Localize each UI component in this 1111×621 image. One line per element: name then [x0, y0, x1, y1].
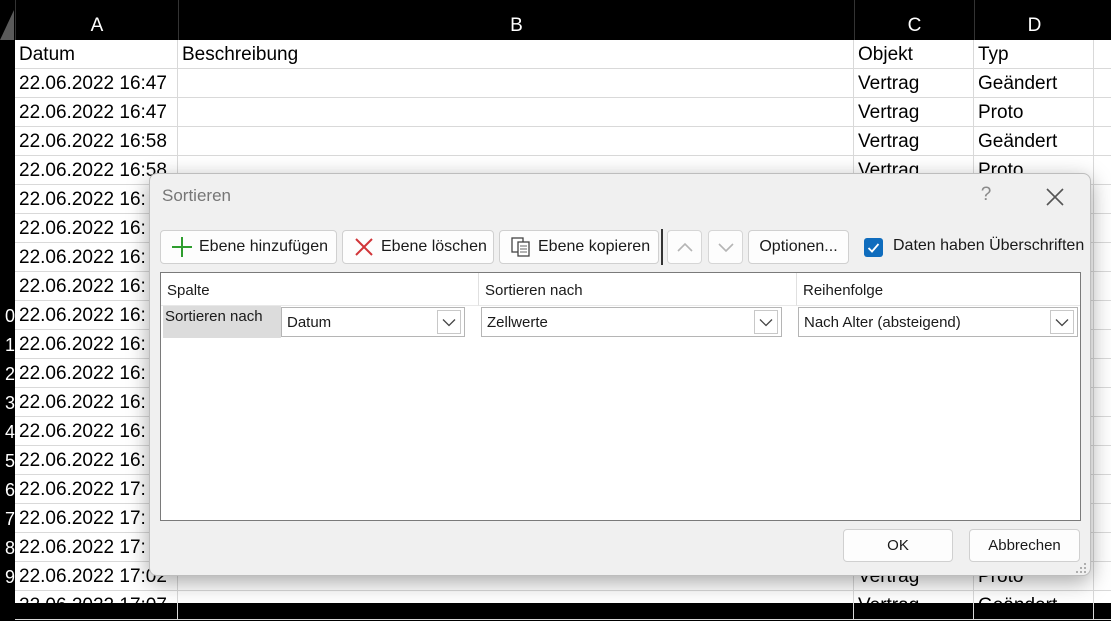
resize-grip-icon[interactable] — [1075, 561, 1087, 573]
delete-level-button[interactable]: Ebene löschen — [342, 230, 494, 264]
close-button[interactable] — [1040, 182, 1070, 212]
help-button[interactable]: ? — [976, 180, 996, 210]
row-number[interactable]: 5 — [0, 447, 15, 476]
row-number[interactable]: 8 — [0, 534, 15, 563]
cell-a[interactable]: 22.06.2022 17:07 — [15, 591, 178, 620]
add-level-button[interactable]: Ebene hinzufügen — [160, 230, 337, 264]
checkmark-icon — [867, 243, 880, 253]
options-button[interactable]: Optionen... — [748, 230, 849, 264]
row-number[interactable] — [0, 70, 15, 99]
chevron-down-icon — [1055, 318, 1069, 326]
close-icon — [1046, 188, 1064, 206]
table-row: 22.06.2022 17:07 Vertrag Geändert — [15, 591, 1111, 620]
cell-a[interactable]: 22.06.2022 16:47 — [15, 69, 178, 98]
row-number[interactable] — [0, 273, 15, 302]
copy-level-label: Ebene kopieren — [538, 238, 651, 255]
sort-column-dropdown-button[interactable] — [437, 310, 461, 334]
row-number[interactable]: 3 — [0, 389, 15, 418]
row-number[interactable]: 2 — [0, 360, 15, 389]
copy-icon — [510, 236, 532, 258]
sort-levels-table: Spalte Sortieren nach Reihenfolge Sortie… — [160, 272, 1081, 521]
row-number[interactable] — [0, 186, 15, 215]
order-value: Nach Alter (absteigend) — [804, 314, 961, 331]
chevron-down-icon — [717, 243, 734, 253]
header-order: Reihenfolge — [797, 273, 1080, 306]
order-dropdown-button[interactable] — [1050, 310, 1074, 334]
row-number[interactable] — [0, 157, 15, 186]
chevron-up-icon — [676, 242, 693, 252]
select-all-corner[interactable] — [0, 10, 14, 40]
cell-d-header[interactable]: Typ — [974, 40, 1094, 69]
cell-b[interactable] — [178, 98, 854, 127]
row-number[interactable]: 6 — [0, 476, 15, 505]
column-header-b[interactable]: B — [178, 0, 854, 40]
move-down-button[interactable] — [708, 230, 743, 264]
sort-column-value: Datum — [287, 314, 332, 331]
row-number[interactable] — [0, 128, 15, 157]
row-number[interactable] — [0, 244, 15, 273]
cell-d[interactable]: Geändert — [974, 127, 1094, 156]
cell-a[interactable]: 22.06.2022 16:47 — [15, 98, 178, 127]
sort-dialog: Sortieren ? Ebene hinzufügen Ebene lösch… — [149, 173, 1091, 576]
sort-level-label: Sortieren nach — [165, 308, 263, 325]
header-column: Spalte — [161, 273, 479, 306]
toolbar-separator — [661, 229, 663, 265]
column-header-a[interactable]: A — [15, 0, 178, 40]
header-sort-on: Sortieren nach — [479, 273, 797, 306]
cell-b[interactable] — [178, 591, 854, 620]
cell-c[interactable]: Vertrag — [854, 591, 974, 620]
cancel-button[interactable]: Abbrechen — [969, 529, 1080, 562]
column-header-d[interactable]: D — [974, 0, 1094, 40]
copy-level-button[interactable]: Ebene kopieren — [499, 230, 659, 264]
table-row: 22.06.2022 16:47 Vertrag Geändert — [15, 69, 1111, 98]
sort-column-select[interactable]: Datum — [281, 307, 465, 337]
cell-a-header[interactable]: Datum — [15, 40, 178, 69]
header-data-row: Datum Beschreibung Objekt Typ — [15, 40, 1111, 69]
delete-x-icon — [353, 236, 375, 258]
row-number[interactable]: 7 — [0, 505, 15, 534]
sort-on-select[interactable]: Zellwerte — [481, 307, 782, 337]
has-headers-checkbox[interactable] — [864, 238, 883, 257]
row-number[interactable]: 9 — [0, 563, 15, 592]
row-number-strip: 0123456789 — [0, 40, 15, 603]
cell-c-header[interactable]: Objekt — [854, 40, 974, 69]
cell-c[interactable]: Vertrag — [854, 98, 974, 127]
ok-button[interactable]: OK — [843, 529, 953, 562]
chevron-down-icon — [759, 318, 773, 326]
row-number[interactable]: 4 — [0, 418, 15, 447]
row-number[interactable] — [0, 592, 15, 621]
options-label: Optionen... — [759, 238, 838, 255]
sort-on-value: Zellwerte — [487, 314, 548, 331]
move-up-button[interactable] — [667, 230, 702, 264]
add-level-label: Ebene hinzufügen — [199, 238, 328, 255]
order-select[interactable]: Nach Alter (absteigend) — [798, 307, 1078, 337]
column-header-row: A B C D — [0, 0, 1111, 40]
cell-c[interactable]: Vertrag — [854, 69, 974, 98]
row-number[interactable]: 1 — [0, 331, 15, 360]
delete-level-label: Ebene löschen — [381, 238, 487, 255]
cell-d[interactable]: Geändert — [974, 69, 1094, 98]
cell-d[interactable]: Geändert — [974, 591, 1094, 620]
cell-b-header[interactable]: Beschreibung — [178, 40, 854, 69]
chevron-down-icon — [442, 318, 456, 326]
row-number[interactable]: 0 — [0, 302, 15, 331]
plus-icon — [171, 236, 193, 258]
table-row: 22.06.2022 16:47 Vertrag Proto — [15, 98, 1111, 127]
dialog-title: Sortieren — [162, 186, 231, 205]
row-number[interactable] — [0, 99, 15, 128]
cell-b[interactable] — [178, 127, 854, 156]
cell-a[interactable]: 22.06.2022 16:58 — [15, 127, 178, 156]
cell-b[interactable] — [178, 69, 854, 98]
has-headers-label[interactable]: Daten haben Überschriften — [893, 237, 1084, 255]
row-number[interactable] — [0, 215, 15, 244]
cell-d[interactable]: Proto — [974, 98, 1094, 127]
table-row: 22.06.2022 16:58 Vertrag Geändert — [15, 127, 1111, 156]
column-header-c[interactable]: C — [854, 0, 974, 40]
cell-c[interactable]: Vertrag — [854, 127, 974, 156]
sort-on-dropdown-button[interactable] — [754, 310, 778, 334]
